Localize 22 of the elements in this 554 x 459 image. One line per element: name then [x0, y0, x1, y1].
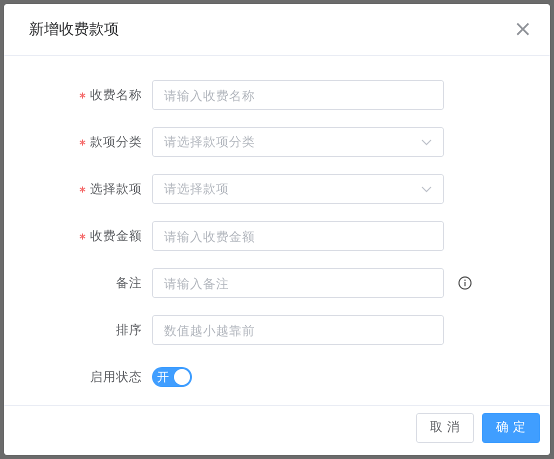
field-label: 选择款项 — [90, 180, 142, 198]
confirm-button[interactable]: 确 定 — [482, 412, 540, 442]
input-field[interactable]: 请输入收费名称 — [152, 80, 444, 110]
cancel-button[interactable]: 取 消 — [416, 412, 474, 442]
close-button[interactable]: × — [514, 18, 532, 40]
input-field[interactable]: 请输入备注 — [152, 268, 444, 298]
field-label: 款项分类 — [90, 132, 142, 151]
select-field[interactable]: 请选择款项分类 — [152, 127, 444, 157]
chevron-down-icon — [421, 186, 432, 192]
input-field[interactable]: 数值越小越靠前 — [152, 315, 444, 345]
select-field[interactable]: 请选择款项 — [152, 174, 444, 204]
field-label: 收费名称 — [90, 86, 142, 104]
field-label: 启用状态 — [90, 368, 142, 386]
input-field[interactable]: 请输入收费金额 — [152, 221, 444, 251]
chevron-down-icon — [421, 138, 432, 146]
field-label: 收费金额 — [90, 226, 142, 245]
select-placeholder: 请选择款项分类 — [164, 132, 255, 151]
field-label: 排序 — [116, 320, 142, 339]
field-label: 备注 — [116, 274, 142, 292]
select-placeholder: 请选择款项 — [164, 180, 229, 198]
dialog-title: 新增收费款项 — [29, 19, 119, 40]
toggle-switch[interactable]: 开 — [152, 367, 192, 387]
